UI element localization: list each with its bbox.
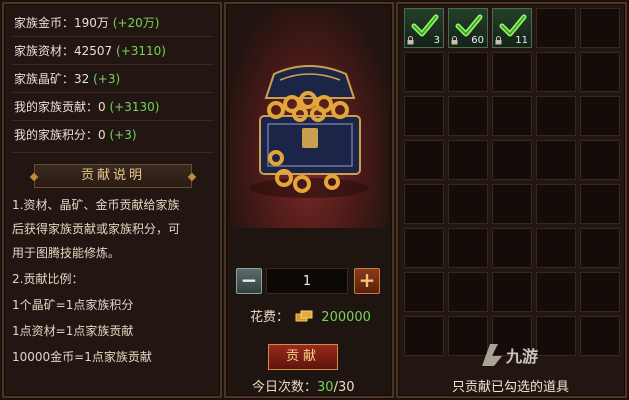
watermark-logo: 九游 [482,344,538,366]
empty-inventory-slot[interactable] [404,140,444,180]
divider [12,92,214,93]
empty-inventory-slot[interactable] [404,316,444,356]
empty-inventory-slot[interactable] [580,272,620,312]
inventory-item-slot[interactable]: 60 [448,8,488,48]
empty-inventory-slot[interactable] [404,184,444,224]
divider [12,120,214,121]
lock-icon [495,36,502,45]
empty-inventory-slot[interactable] [580,140,620,180]
cost-value: 200000 [321,310,371,325]
empty-inventory-slot[interactable] [448,96,488,136]
empty-inventory-slot[interactable] [448,184,488,224]
lock-icon [451,36,458,45]
my-contribution-stat: 我的家族贡献：0 (+3130) [14,100,160,114]
my-points-stat: 我的家族积分：0 (+3) [14,128,137,142]
empty-inventory-slot[interactable] [448,52,488,92]
item-count: 3 [433,35,440,46]
cost-label: 花费： [250,310,290,325]
contribute-button[interactable]: 贡献 [268,344,338,370]
empty-inventory-slot[interactable] [492,140,532,180]
gold-coin-icon [295,310,313,322]
empty-inventory-slot[interactable] [404,272,444,312]
cost-row: 花费： 200000 [250,306,371,325]
divider [12,36,214,37]
checked-items-hint: 只贡献已勾选的道具 [452,380,570,395]
empty-inventory-slot[interactable] [404,96,444,136]
daily-times-label: 今日次数： [252,380,318,395]
empty-inventory-slot[interactable] [492,272,532,312]
empty-inventory-slot[interactable] [580,96,620,136]
empty-inventory-slot[interactable] [580,8,620,48]
empty-inventory-slot[interactable] [448,228,488,268]
family-material-stat: 家族资材：42507 (+3110) [14,44,166,58]
empty-inventory-slot[interactable] [536,140,576,180]
item-count: 11 [515,35,528,46]
treasure-stage [230,8,388,228]
watermark-text: 九游 [505,347,538,366]
empty-inventory-slot[interactable] [404,52,444,92]
daily-times-total: /30 [333,380,355,395]
empty-inventory-slot[interactable] [492,228,532,268]
decrease-quantity-button[interactable]: − [236,268,262,294]
item-grid: 3 60 11 [404,8,620,356]
empty-inventory-slot[interactable] [536,8,576,48]
empty-inventory-slot[interactable] [536,228,576,268]
contribution-description-title: 贡献说明 [34,164,192,188]
family-gold-stat: 家族金币：190万 (+20万) [14,16,160,30]
empty-inventory-slot[interactable] [580,184,620,224]
quantity-input[interactable] [266,268,348,294]
item-count: 60 [471,35,484,46]
lock-icon [407,36,414,45]
empty-inventory-slot[interactable] [404,228,444,268]
increase-quantity-button[interactable]: + [354,268,380,294]
family-resources-panel: 家族金币：190万 (+20万) 家族资材：42507 (+3110) 家族晶矿… [2,2,222,398]
description-line: 后获得家族贡献或家族积分，可 [12,222,181,236]
empty-inventory-slot[interactable] [536,272,576,312]
empty-inventory-slot[interactable] [492,184,532,224]
divider [12,64,214,65]
daily-times-used: 30 [317,380,334,395]
daily-times-row: 今日次数：30/30 [252,376,354,395]
inventory-item-slot[interactable]: 3 [404,8,444,48]
description-line: 1点资材=1点家族贡献 [12,324,134,338]
empty-inventory-slot[interactable] [536,96,576,136]
empty-inventory-slot[interactable] [580,316,620,356]
description-line: 1个晶矿=1点家族积分 [12,298,134,312]
description-line: 2.贡献比例： [12,272,84,286]
empty-inventory-slot[interactable] [448,272,488,312]
divider [12,152,214,153]
family-crystal-stat: 家族晶矿：32 (+3) [14,72,121,86]
empty-inventory-slot[interactable] [580,52,620,92]
description-line: 用于图腾技能修炼。 [12,246,121,260]
treasure-chest-icon [249,65,369,198]
contribution-exchange-panel: − + 花费： 200000 贡献 今日次数：30/30 [224,2,394,398]
empty-inventory-slot[interactable] [536,184,576,224]
empty-inventory-slot[interactable] [580,228,620,268]
item-inventory-panel: 3 60 11 九游 只贡献已勾选的道具 [396,2,627,398]
empty-inventory-slot[interactable] [492,52,532,92]
description-line: 1.资材、晶矿、金币贡献给家族 [12,198,180,212]
empty-inventory-slot[interactable] [448,140,488,180]
empty-inventory-slot[interactable] [536,52,576,92]
description-line: 10000金币=1点家族贡献 [12,350,152,364]
empty-inventory-slot[interactable] [492,96,532,136]
inventory-item-slot[interactable]: 11 [492,8,532,48]
